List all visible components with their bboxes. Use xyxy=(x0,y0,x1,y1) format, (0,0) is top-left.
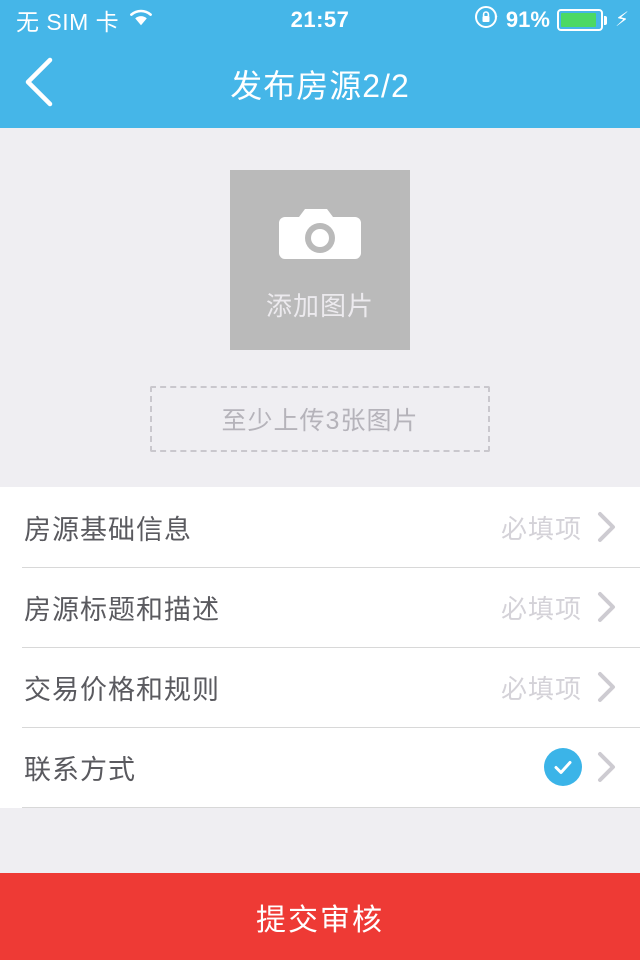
chevron-right-icon xyxy=(596,590,618,624)
list-item[interactable]: 房源标题和描述 必填项 xyxy=(0,567,640,647)
row-label: 交易价格和规则 xyxy=(24,674,220,705)
chevron-right-icon xyxy=(596,670,618,704)
back-button[interactable] xyxy=(0,40,80,128)
submit-button[interactable]: 提交审核 xyxy=(0,873,640,960)
camera-icon xyxy=(279,203,361,270)
row-label: 房源标题和描述 xyxy=(24,594,220,625)
list-item[interactable]: 房源基础信息 必填项 xyxy=(0,487,640,567)
row-value: 必填项 xyxy=(500,513,582,544)
list-item[interactable]: 交易价格和规则 必填项 xyxy=(0,647,640,727)
row-right: 必填项 xyxy=(501,589,618,626)
add-photo-label: 添加图片 xyxy=(265,291,374,321)
photo-upload-section: 添加图片 至少上传3张图片 xyxy=(0,128,640,452)
chevron-right-icon xyxy=(596,750,618,784)
nav-bar: 发布房源2/2 xyxy=(0,40,640,128)
clock: 21:57 xyxy=(290,7,350,32)
status-bar: 无 SIM 卡 21:57 91% ⚡ xyxy=(0,0,640,40)
upload-hint-box[interactable]: 至少上传3张图片 xyxy=(150,386,490,452)
row-value: 必填项 xyxy=(500,593,582,624)
check-circle-icon xyxy=(544,748,582,786)
bottom-spacer xyxy=(0,808,640,873)
row-right: 必填项 xyxy=(501,669,618,706)
form-sections-list: 房源基础信息 必填项 房源标题和描述 必填项 交易价格和规则 必填项 联系方式 xyxy=(0,487,640,808)
row-label: 联系方式 xyxy=(24,754,136,785)
app-root: 无 SIM 卡 21:57 91% ⚡ 发布房源2/2 添加图片 至少上传3张图… xyxy=(0,0,640,960)
list-item[interactable]: 联系方式 xyxy=(0,727,640,807)
upload-hint-label: 至少上传3张图片 xyxy=(221,407,419,435)
row-label: 房源基础信息 xyxy=(24,514,192,545)
row-value: 必填项 xyxy=(500,673,582,704)
chevron-right-icon xyxy=(596,510,618,544)
row-right: 必填项 xyxy=(501,509,618,546)
chevron-left-icon xyxy=(18,54,62,115)
row-right xyxy=(544,748,618,786)
add-photo-button[interactable]: 添加图片 xyxy=(230,170,410,350)
page-title: 发布房源2/2 xyxy=(230,68,410,104)
